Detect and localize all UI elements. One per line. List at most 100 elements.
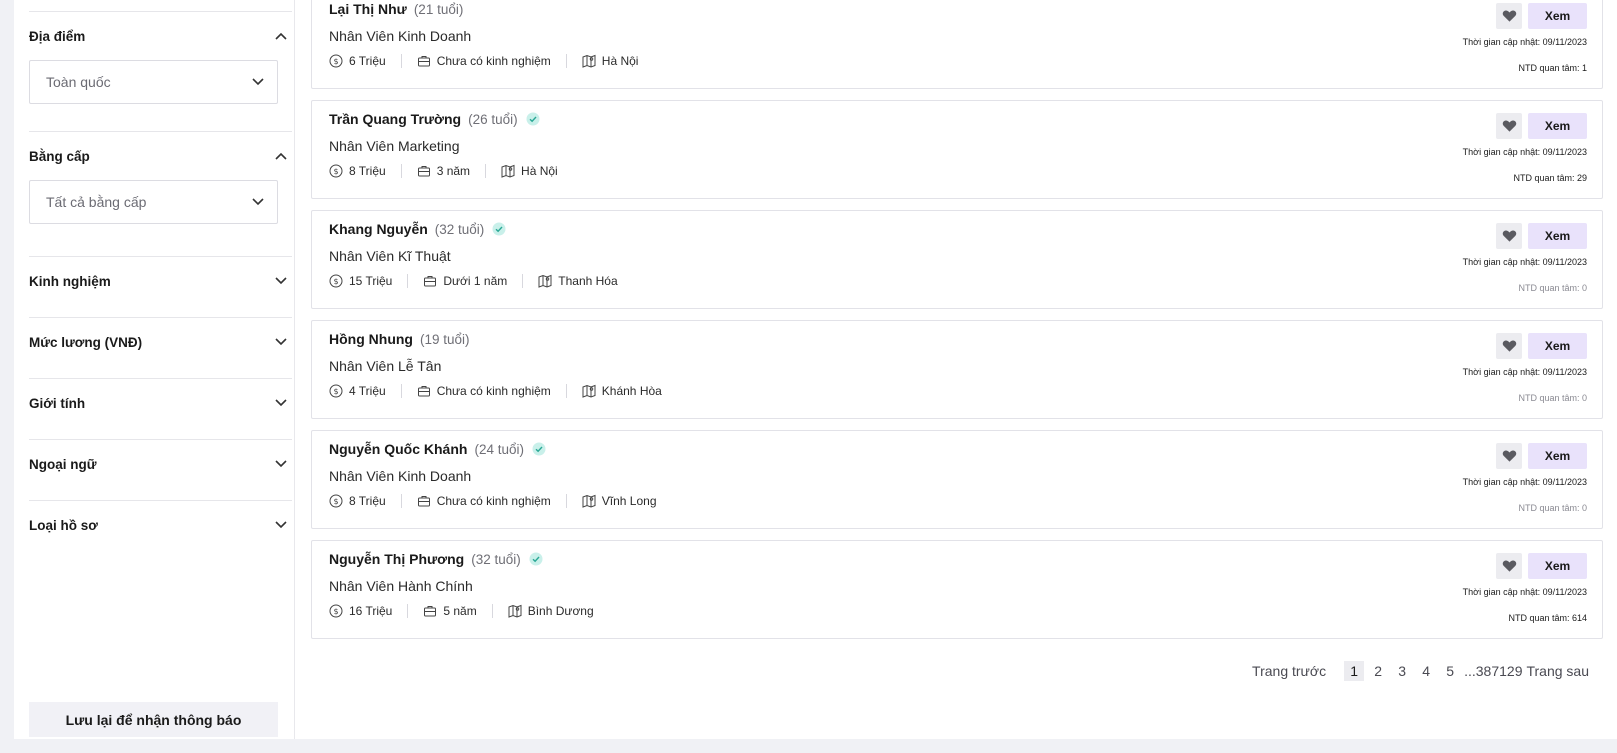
briefcase-icon [417,386,430,397]
view-button[interactable]: Xem [1528,3,1587,29]
candidate-name[interactable]: Nguyễn Quốc Khánh [329,441,467,457]
candidate-experience: Chưa có kinh nghiệm [436,54,551,68]
view-button[interactable]: Xem [1528,333,1587,359]
divider [565,384,567,398]
view-button[interactable]: Xem [1528,553,1587,579]
favorite-button[interactable] [1496,553,1522,579]
candidate-job-title: Nhân Viên Kĩ Thuật [329,248,451,264]
filter-experience-title: Kinh nghiệm [29,273,111,289]
employer-interest-count: NTD quan tâm: 0 [1518,283,1587,293]
filter-profile-type-header[interactable]: Loại hồ sơ [29,501,292,549]
pagination-prev[interactable]: Trang trước [1252,663,1326,679]
dollar-icon: $ [329,384,343,398]
dollar-icon: $ [329,604,343,618]
candidate-card[interactable]: Nguyễn Quốc Khánh (24 tuổi) Nhân Viên Ki… [311,430,1603,529]
page-1[interactable]: 1 [1344,661,1365,681]
svg-text:$: $ [333,167,338,176]
divider [565,494,567,508]
save-notification-button[interactable]: Lưu lại để nhận thông báo [29,702,278,737]
page-5[interactable]: 5 [1440,661,1460,681]
employer-interest-count: NTD quan tâm: 0 [1518,393,1587,403]
candidate-card[interactable]: Khang Nguyễn (32 tuổi) Nhân Viên Kĩ Thuậ… [311,210,1603,309]
filter-degree: Bằng cấp Tất cả bằng cấp [29,131,292,224]
svg-text:$: $ [333,387,338,396]
salary-meta: $ 8 Triệu [329,164,386,178]
filter-degree-header[interactable]: Bằng cấp [29,132,292,180]
chevron-down-icon [251,75,265,89]
chevron-down-icon [274,274,288,288]
location-select[interactable]: Toàn quốc [29,60,278,104]
filter-salary: Mức lương (VNĐ) [29,317,292,366]
svg-text:$: $ [333,277,338,286]
candidate-meta: $ 8 Triệu 3 năm Hà Nội [329,164,558,178]
chevron-down-icon [274,457,288,471]
candidate-name[interactable]: Hồng Nhung [329,331,413,347]
salary-meta: $ 6 Triệu [329,54,386,68]
candidate-card[interactable]: Lại Thị Như (21 tuổi) Nhân Viên Kinh Doa… [311,0,1603,89]
candidate-name-row: Nguyễn Quốc Khánh (24 tuổi) [329,441,546,457]
divider [400,384,402,398]
candidate-name-row: Trần Quang Trường (26 tuổi) [329,111,540,127]
pagination-next[interactable]: Trang sau [1526,663,1589,679]
candidate-age: (21 tuổi) [413,1,464,17]
candidate-name[interactable]: Nguyễn Thị Phương [329,551,464,567]
candidate-location: Khánh Hòa [601,384,662,398]
divider [407,604,409,618]
candidate-name[interactable]: Lại Thị Như [329,1,407,17]
candidate-name[interactable]: Khang Nguyễn [329,221,428,237]
candidate-card[interactable]: Nguyễn Thị Phương (32 tuổi) Nhân Viên Hà… [311,540,1603,639]
favorite-button[interactable] [1496,223,1522,249]
salary-meta: $ 8 Triệu [329,494,386,508]
view-button[interactable]: Xem [1528,443,1587,469]
experience-meta: Chưa có kinh nghiệm [417,384,551,398]
favorite-button[interactable] [1496,443,1522,469]
employer-interest-count: NTD quan tâm: 614 [1508,613,1587,623]
favorite-button[interactable] [1496,333,1522,359]
salary-meta: $ 15 Triệu [329,274,392,288]
favorite-button[interactable] [1496,113,1522,139]
page-2[interactable]: 2 [1368,661,1388,681]
filter-gender-header[interactable]: Giới tính [29,379,292,427]
update-time: Thời gian cập nhật: 09/11/2023 [1462,37,1587,47]
filter-location-header[interactable]: Địa điểm [29,12,292,60]
favorite-button[interactable] [1496,3,1522,29]
location-select-value: Toàn quốc [46,74,111,90]
salary-meta: $ 4 Triệu [329,384,386,398]
filter-salary-header[interactable]: Mức lương (VNĐ) [29,318,292,366]
page-3[interactable]: 3 [1392,661,1412,681]
degree-select-value: Tất cả bằng cấp [46,194,147,210]
page-last[interactable]: ...387129 [1464,663,1522,679]
filter-language-header[interactable]: Ngoại ngữ [29,440,292,488]
heart-icon [1502,120,1516,132]
candidate-card[interactable]: Hồng Nhung (19 tuổi) Nhân Viên Lễ Tân $ … [311,320,1603,419]
location-meta: Hà Nội [582,54,639,68]
candidate-name[interactable]: Trần Quang Trường [329,111,461,127]
candidate-meta: $ 8 Triệu Chưa có kinh nghiệm Vĩnh Long [329,494,657,508]
filter-gender-title: Giới tính [29,395,86,411]
view-button[interactable]: Xem [1528,113,1587,139]
location-meta: Bình Dương [508,604,594,618]
salary-meta: $ 16 Triệu [329,604,392,618]
candidate-meta: $ 15 Triệu Dưới 1 năm Thanh Hóa [329,274,618,288]
view-button[interactable]: Xem [1528,223,1587,249]
update-time: Thời gian cập nhật: 09/11/2023 [1462,367,1587,377]
candidate-experience: Dưới 1 năm [443,274,508,288]
chevron-down-icon [274,518,288,532]
filter-salary-title: Mức lương (VNĐ) [29,334,143,350]
candidate-experience: 3 năm [436,164,471,178]
candidate-salary: 15 Triệu [349,274,393,288]
experience-meta: 3 năm [417,164,470,178]
candidate-salary: 4 Triệu [349,384,386,398]
candidate-location: Hà Nội [601,54,639,68]
update-time: Thời gian cập nhật: 09/11/2023 [1462,147,1587,157]
filter-experience-header[interactable]: Kinh nghiệm [29,257,292,305]
candidate-age: (32 tuổi) [471,551,521,567]
filter-gender: Giới tính [29,378,292,427]
chevron-down-icon [251,195,265,209]
briefcase-icon [417,56,430,67]
page-4[interactable]: 4 [1416,661,1436,681]
degree-select[interactable]: Tất cả bằng cấp [29,180,278,224]
candidate-salary: 6 Triệu [349,54,386,68]
candidate-name-row: Khang Nguyễn (32 tuổi) [329,221,506,237]
candidate-card[interactable]: Trần Quang Trường (26 tuổi) Nhân Viên Ma… [311,100,1603,199]
